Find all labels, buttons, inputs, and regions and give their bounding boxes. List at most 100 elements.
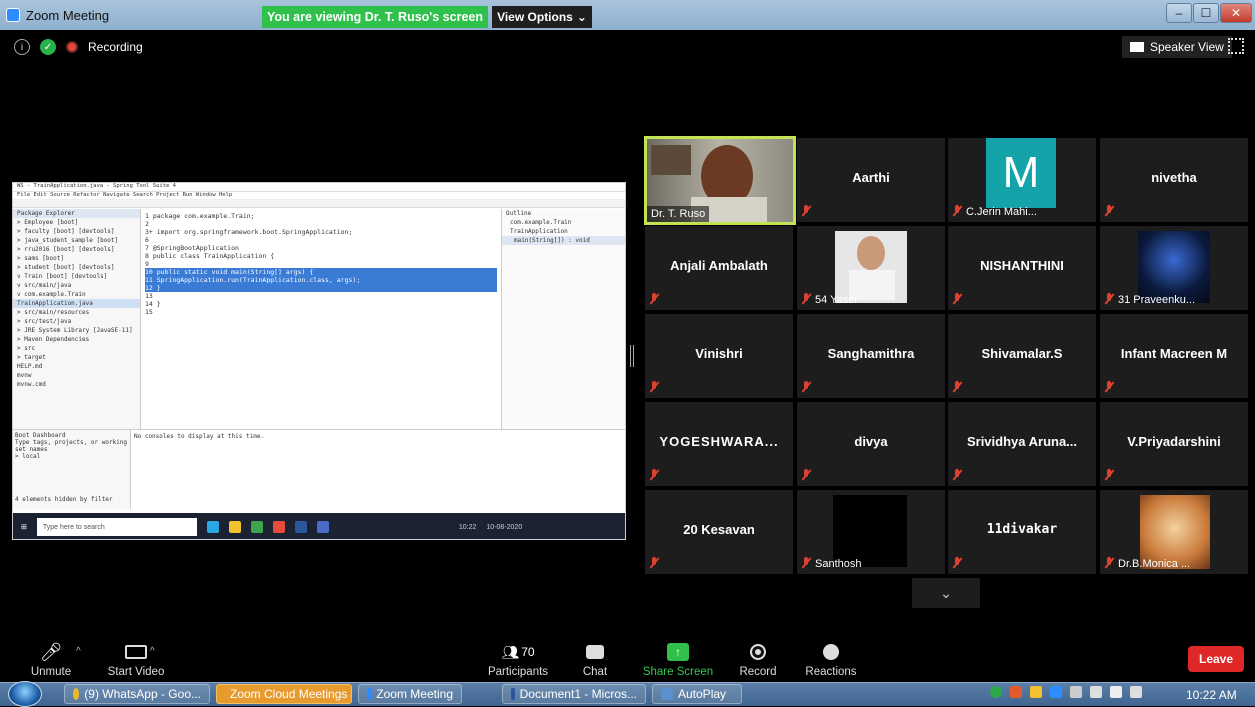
taskbar-item-label: Document1 - Micros...	[519, 687, 637, 701]
tray-icon[interactable]	[1010, 686, 1022, 698]
taskbar-item-label: (9) WhatsApp - Goo...	[84, 687, 201, 701]
window-title-group: Zoom Meeting	[6, 6, 109, 24]
participant-tile[interactable]: Anjali Ambalath	[645, 226, 793, 310]
avatar: M	[986, 138, 1056, 208]
chrome-icon	[73, 688, 80, 700]
participant-tile[interactable]: 31 Praveenku...	[1100, 226, 1248, 310]
start-video-label: Start Video	[107, 666, 165, 678]
bookshelf-image	[651, 145, 691, 175]
participant-name: 11divakar	[986, 522, 1058, 537]
reactions-icon	[804, 640, 858, 664]
participant-tile[interactable]: Vinishri	[645, 314, 793, 398]
participant-tile[interactable]: Shivamalar.S	[948, 314, 1096, 398]
participant-tile[interactable]: 54 Yaser	[797, 226, 945, 310]
tray-icon[interactable]	[1130, 686, 1142, 698]
participants-icon: 👥︎	[501, 643, 520, 660]
muted-mic-icon	[952, 381, 962, 393]
app-icon	[228, 521, 241, 533]
participant-tile[interactable]: Santhosh	[797, 490, 945, 574]
participant-tile[interactable]: Dr. T. Ruso	[644, 136, 796, 225]
tray-icon[interactable]	[990, 686, 1002, 698]
start-video-button[interactable]: Start Video	[104, 640, 168, 678]
participant-tile[interactable]: divya	[797, 402, 945, 486]
start-button[interactable]	[8, 681, 42, 707]
grid-icon	[1130, 42, 1144, 52]
tray-icon[interactable]	[1030, 686, 1042, 698]
taskbar-item-zoom-cloud[interactable]: Zoom Cloud Meetings	[216, 684, 352, 704]
audio-options-caret[interactable]: ^	[76, 646, 81, 657]
leave-button[interactable]: Leave	[1188, 646, 1244, 672]
minimize-button[interactable]: –	[1166, 3, 1192, 23]
maximize-button[interactable]: ☐	[1193, 3, 1219, 23]
taskbar-item-autoplay[interactable]: AutoPlay	[652, 684, 742, 704]
chat-button[interactable]: Chat	[578, 640, 612, 678]
participants-button[interactable]: 👥︎ 70 Participants	[486, 640, 550, 679]
taskbar-item-word[interactable]: Document1 - Micros...	[502, 684, 646, 704]
console-text: No consoles to display at this time.	[134, 433, 265, 440]
participant-tile[interactable]: Sanghamithra	[797, 314, 945, 398]
view-options-button[interactable]: View Options ⌄	[492, 6, 592, 28]
share-screen-button[interactable]: ↑ Share Screen	[640, 640, 716, 678]
package-item: v com.example.Train	[17, 291, 86, 298]
eclipse-toolbar	[13, 200, 625, 208]
code-line: 13	[145, 292, 153, 300]
participant-tile[interactable]: Infant Macreen M	[1100, 314, 1248, 398]
package-item: HELP.md	[17, 363, 43, 370]
muted-mic-icon	[649, 557, 659, 569]
speaker-view-label: Speaker View	[1150, 40, 1224, 54]
taskbar-item-whatsapp[interactable]: (9) WhatsApp - Goo...	[64, 684, 210, 704]
speaker-view-button[interactable]: Speaker View	[1122, 36, 1232, 58]
participant-tile[interactable]: Aarthi	[797, 138, 945, 222]
outline-item: TrainApplication	[510, 228, 568, 235]
zoom-icon	[367, 688, 372, 700]
taskbar-clock[interactable]: 10:22 AM	[1186, 688, 1237, 702]
autoplay-icon	[661, 688, 673, 700]
muted-mic-icon	[952, 469, 962, 481]
panel-resize-handle[interactable]	[630, 345, 634, 367]
participant-tile[interactable]: Dr.B.Monica ...	[1100, 490, 1248, 574]
unmute-button[interactable]: 🎤︎ Unmute	[26, 640, 76, 679]
package-item: > src	[17, 345, 36, 352]
package-item: > JRE System Library [JavaSE-11]	[17, 327, 133, 334]
muted-mic-icon	[952, 557, 962, 569]
participant-tile[interactable]: 11divakar	[948, 490, 1096, 574]
reactions-button[interactable]: Reactions	[804, 640, 858, 678]
participant-tile[interactable]: Srividhya Aruna...	[948, 402, 1096, 486]
outline-item: main(String[]) : void	[502, 236, 625, 245]
muted-mic-icon	[801, 293, 811, 305]
boot-dashboard-hidden: 4 elements hidden by filter	[15, 496, 113, 503]
network-icon[interactable]	[1090, 686, 1102, 698]
window-title-bar	[0, 0, 1255, 30]
muted-mic-icon	[801, 381, 811, 393]
shield-icon[interactable]: ✓	[40, 39, 56, 55]
volume-icon[interactable]	[1110, 686, 1122, 698]
boot-dashboard-local: > local	[15, 453, 41, 460]
participant-name: 31 Praveenku...	[1118, 294, 1196, 306]
video-options-caret[interactable]: ^	[150, 646, 155, 657]
tray-icon[interactable]	[1050, 686, 1062, 698]
participant-name: 54 Yaser	[815, 294, 859, 306]
code-editor: 1 package com.example.Train; 2 3+ import…	[141, 209, 501, 449]
package-item: TrainApplication.java	[13, 299, 140, 308]
participant-tile[interactable]: YOGESHWARA...	[645, 402, 793, 486]
fullscreen-icon[interactable]	[1228, 38, 1244, 54]
shared-screen[interactable]: WS - TrainApplication.java - Spring Tool…	[12, 182, 626, 540]
info-icon[interactable]: i	[14, 39, 30, 55]
participant-tile[interactable]: V.Priyadarshini	[1100, 402, 1248, 486]
share-screen-icon-wrap: ↑	[640, 640, 716, 664]
taskbar-item-zoom-meeting[interactable]: Zoom Meeting	[358, 684, 462, 704]
participant-tile[interactable]: NISHANTHINI	[948, 226, 1096, 310]
meeting-status-bar: i ✓ Recording	[14, 38, 143, 56]
participant-name: NISHANTHINI	[980, 258, 1064, 273]
participant-name: Vinishri	[695, 346, 743, 361]
participant-tile[interactable]: 20 Kesavan	[645, 490, 793, 574]
record-button[interactable]: Record	[736, 640, 780, 678]
gallery-next-page-button[interactable]: ⌄	[912, 578, 980, 608]
outline-panel: Outline com.example.Train TrainApplicati…	[501, 209, 625, 429]
flag-icon[interactable]	[1070, 686, 1082, 698]
app-icon	[294, 521, 307, 533]
shared-taskbar-date: 10-08-2020	[486, 523, 523, 531]
participant-tile[interactable]: nivetha	[1100, 138, 1248, 222]
participant-tile[interactable]: M C.Jerin Mahi...	[948, 138, 1096, 222]
close-button[interactable]: ✕	[1220, 3, 1252, 23]
